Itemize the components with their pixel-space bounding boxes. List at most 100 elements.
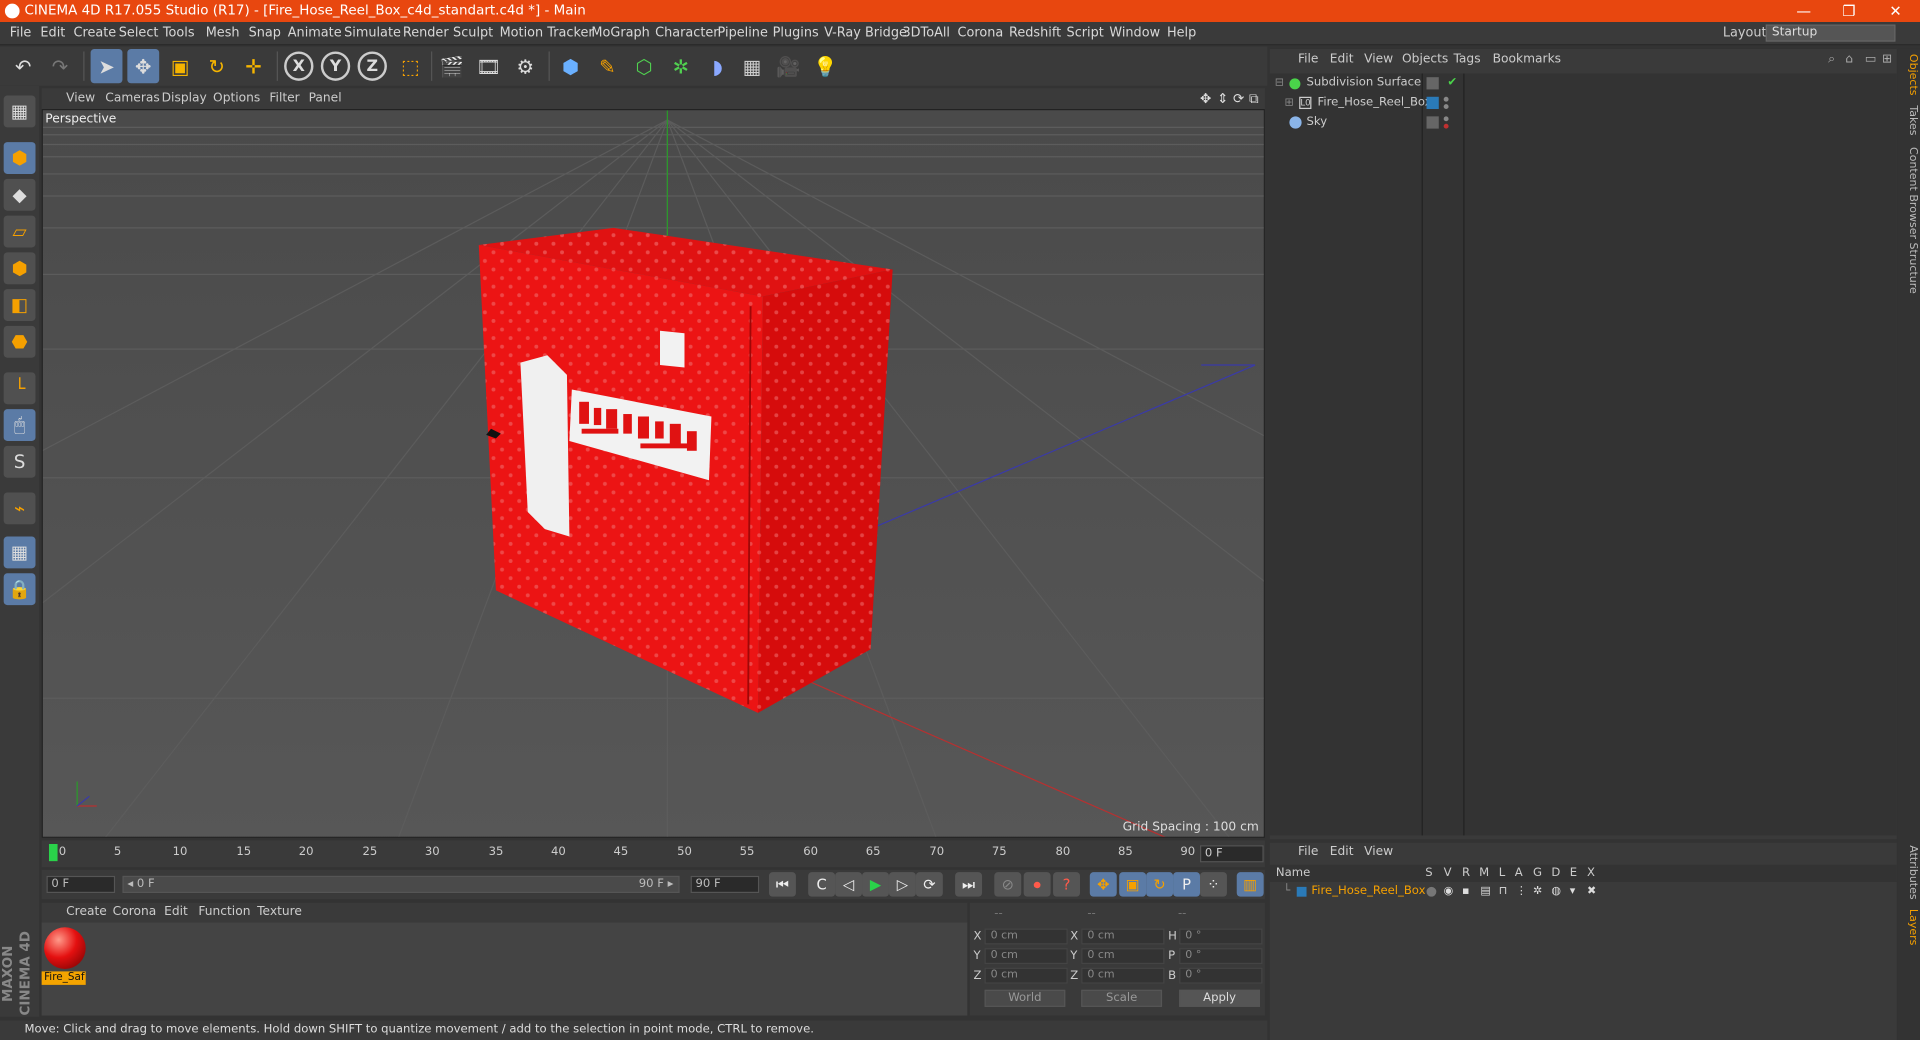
coord-size-z-field[interactable]: 0 cm [1081,967,1165,984]
menu-simulate[interactable]: Simulate [344,22,401,45]
menu-plugins[interactable]: Plugins [773,22,819,45]
object-row[interactable]: ⊞ L0 Fire_Hose_Reel_Box [1270,93,1897,113]
key-parameter-button[interactable]: P [1173,872,1201,897]
menu-mograph[interactable]: MoGraph [591,22,649,45]
tab-takes[interactable]: Takes [1899,105,1919,135]
scale-tool-button[interactable]: ▣ [164,49,196,83]
current-frame-field[interactable]: 0 F [1200,845,1264,863]
size-mode-dropdown[interactable]: Scale [1081,989,1163,1007]
material-menu-edit[interactable]: Edit [164,903,188,923]
menu-mesh[interactable]: Mesh [206,22,240,45]
timeline-playhead[interactable] [48,844,58,862]
cube-primitive-button[interactable]: ⬢ [555,49,587,83]
tab-structure[interactable]: Structure [1899,243,1919,294]
tab-objects[interactable]: Objects [1899,54,1919,96]
floor-button[interactable]: ▦ [736,49,768,83]
light-button[interactable]: 💡 [809,49,841,83]
deformer-icon[interactable]: ◍ [1551,883,1561,900]
menu-corona[interactable]: Corona [958,22,1004,45]
expand-icon[interactable]: ⊞ [1882,49,1892,71]
make-editable-button[interactable]: ▦ [3,95,36,128]
visibility-dot-icon[interactable] [1443,96,1449,102]
eye-icon[interactable]: ◉ [1444,883,1454,900]
key-pla-button[interactable]: ⁘ [1200,872,1227,897]
loop-button[interactable]: ⟳ [915,872,943,897]
menu-edit[interactable]: Edit [40,22,65,45]
coordinate-system-button[interactable]: ⬚ [394,49,426,83]
search-icon[interactable]: ⌕ [1828,49,1835,71]
visibility-dot-icon[interactable] [1443,116,1449,122]
xref-icon[interactable]: ✖ [1587,883,1596,900]
lock-icon[interactable]: ⊓ [1499,883,1508,900]
collapse-icon[interactable]: ⊟ [1275,73,1284,93]
menu-motion-tracker[interactable]: Motion Tracker [500,22,594,45]
object-name[interactable]: Fire_Hose_Reel_Box [1318,93,1432,113]
object-menu-bookmarks[interactable]: Bookmarks [1493,49,1561,71]
menu-animate[interactable]: Animate [288,22,342,45]
manager-icon[interactable]: ▤ [1480,883,1490,900]
viewport-move-icon[interactable]: ✥ [1200,88,1211,109]
menu-window[interactable]: Window [1109,22,1160,45]
preview-range-slider[interactable]: ◂ 0 F 90 F ▸ [122,875,680,894]
add-object-button[interactable]: ✛ [238,49,270,83]
keyframe-selection-button[interactable]: ? [1053,872,1081,897]
menu-file[interactable]: File [10,22,32,45]
menu-render[interactable]: Render [403,22,449,45]
camera-button[interactable]: 🎥 [773,49,805,83]
layer-menu-file[interactable]: File [1298,843,1318,863]
apply-button[interactable]: Apply [1179,989,1261,1007]
render-to-picture-viewer-button[interactable]: 🎞 [473,49,505,83]
menu-pipeline[interactable]: Pipeline [718,22,768,45]
menu-3dtoall[interactable]: 3DToAll [902,22,950,45]
redo-button[interactable]: ↷ [44,49,76,83]
menu-vray-bridge[interactable]: V-Ray Bridge [824,22,907,45]
object-row[interactable]: ⊟ Subdivision Surface ✔ [1270,73,1897,93]
pen-spline-button[interactable]: ✎ [591,49,623,83]
coord-pos-z-field[interactable]: 0 cm [984,967,1068,984]
viewport-rotate-icon[interactable]: ⟳ [1233,88,1244,109]
menu-snap[interactable]: Snap [249,22,281,45]
object-menu-tags[interactable]: Tags [1453,49,1480,71]
home-icon[interactable]: ⌂ [1845,49,1853,71]
object-menu-edit[interactable]: Edit [1330,49,1354,71]
end-frame-field[interactable]: 90 F [690,875,760,894]
record-keyframe-button[interactable]: ⊘ [994,872,1022,897]
object-menu-objects[interactable]: Objects [1402,49,1448,71]
expression-icon[interactable]: ▾ [1570,883,1576,900]
object-name[interactable]: Subdivision Surface [1307,73,1422,93]
layer-tag-icon[interactable] [1426,77,1439,90]
z-axis-lock-button[interactable]: Z [357,51,387,81]
viewport-menu-view[interactable]: View [66,88,95,109]
points-mode-button[interactable]: ⬢ [3,252,36,285]
viewport-menu-display[interactable]: Display [162,88,207,109]
mograph-cloner-button[interactable]: ✲ [665,49,697,83]
menu-select[interactable]: Select [119,22,159,45]
render-settings-button[interactable]: ⚙ [509,49,541,83]
viewport-menu-panel[interactable]: Panel [309,88,342,109]
menu-sculpt[interactable]: Sculpt [453,22,493,45]
object-row[interactable]: Sky [1270,113,1897,133]
tab-content-browser[interactable]: Content Browser [1899,147,1919,239]
deformer-button[interactable]: ◗ [702,49,734,83]
coord-size-x-field[interactable]: 0 cm [1081,928,1165,945]
material-name-label[interactable]: Fire_Saf [41,971,86,985]
render-icon[interactable]: ▪ [1462,883,1469,900]
layout-dropdown[interactable]: Startup [1765,24,1896,42]
perspective-viewport[interactable]: Perspective Grid Spacing : 100 cm [41,109,1265,838]
play-button[interactable]: ▶ [862,872,889,897]
go-to-end-button[interactable]: ⏭ [955,872,983,897]
viewport-menu-filter[interactable]: Filter [269,88,299,109]
tweak-mode-button[interactable]: 🖱 [3,409,36,441]
start-frame-field[interactable]: 0 F [46,875,116,894]
enabled-check-icon[interactable]: ✔ [1447,73,1457,93]
layer-color-icon[interactable] [1296,886,1307,897]
subdivision-surface-button[interactable]: ⬡ [628,49,660,83]
polygons-mode-button[interactable]: ⬣ [3,325,36,358]
menu-create[interactable]: Create [73,22,116,45]
next-frame-button[interactable]: ▷ [888,872,916,897]
viewport-menu-cameras[interactable]: Cameras [105,88,159,109]
coord-rot-b-field[interactable]: 0 ° [1179,967,1263,984]
generator-icon[interactable]: ✲ [1533,883,1542,900]
object-menu-file[interactable]: File [1298,49,1318,71]
y-axis-lock-button[interactable]: Y [320,51,351,81]
